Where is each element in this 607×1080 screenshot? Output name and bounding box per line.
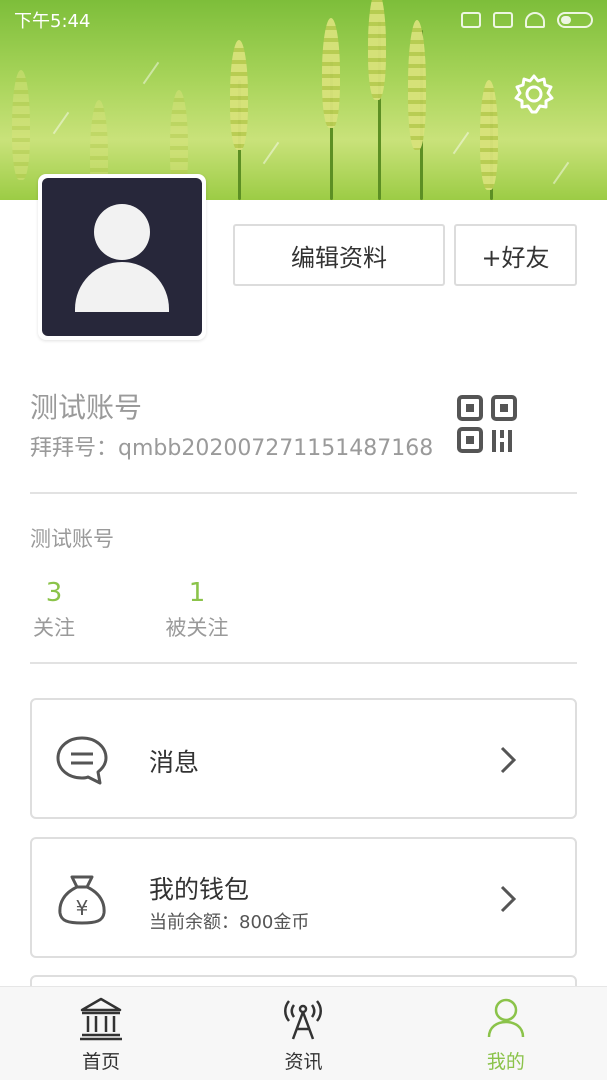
avatar-placeholder [42, 178, 202, 336]
status-time: 下午5:44 [14, 11, 91, 32]
divider [30, 662, 577, 664]
followers-stat[interactable]: 1 被关注 [160, 578, 234, 642]
rain-streak [452, 131, 470, 155]
messages-menu-item[interactable]: 消息 [30, 698, 577, 819]
following-count: 3 [45, 578, 63, 608]
avatar-body [75, 262, 169, 312]
person-icon [487, 998, 525, 1038]
nav-label-home: 首页 [82, 1051, 121, 1073]
antenna-icon [284, 1000, 323, 1040]
nav-label-mine: 我的 [486, 1051, 525, 1073]
rain-streak [262, 141, 280, 165]
svg-text:¥: ¥ [76, 896, 89, 920]
wallet-balance: 当前余额：800金币 [149, 912, 310, 933]
avatar[interactable] [38, 174, 206, 340]
avatar-head [94, 204, 150, 260]
message-icon [56, 736, 108, 785]
nav-label-news: 资讯 [284, 1051, 323, 1073]
status-bar: 下午5:44 [0, 0, 607, 40]
status-icons [461, 12, 593, 28]
edit-profile-button[interactable]: 编辑资料 [233, 224, 445, 286]
rain-streak [52, 111, 70, 135]
followers-count: 1 [188, 578, 206, 608]
profile-name: 测试账号 [30, 391, 143, 424]
signal-icon [461, 12, 481, 28]
profile-bio: 测试账号 [30, 527, 114, 551]
nav-item-home[interactable]: 首页 [0, 987, 202, 1080]
battery-icon [557, 12, 593, 28]
profile-user-id: 拜拜号：qmbb20200727115148716​8 [30, 436, 434, 461]
qr-code-icon[interactable] [456, 394, 518, 454]
wallet-menu-item[interactable]: ¥ 我的钱包 当前余额：800金币 [30, 837, 577, 958]
bottom-nav: 首页 资讯 我的 [0, 986, 607, 1080]
nav-item-news[interactable]: 资讯 [202, 987, 404, 1080]
banner-ear [480, 80, 498, 190]
chevron-right-icon [500, 885, 517, 913]
wifi-icon [525, 12, 545, 28]
rain-streak [142, 61, 160, 85]
add-friend-button[interactable]: +好友 [454, 224, 577, 286]
rain-streak [552, 161, 570, 185]
chevron-right-icon [500, 746, 517, 774]
wallet-title: 我的钱包 [149, 875, 250, 904]
banner-ear [230, 40, 248, 150]
following-stat[interactable]: 3 关注 [30, 578, 78, 642]
followers-label: 被关注 [165, 616, 229, 640]
divider [30, 492, 577, 494]
nav-item-mine[interactable]: 我的 [405, 987, 607, 1080]
banner-ear [12, 70, 30, 180]
messages-title: 消息 [149, 748, 200, 777]
gear-icon[interactable] [512, 72, 556, 116]
wallet-icon: ¥ [58, 875, 106, 925]
sim-icon [493, 12, 513, 28]
bank-icon [80, 997, 123, 1041]
following-label: 关注 [33, 616, 75, 640]
